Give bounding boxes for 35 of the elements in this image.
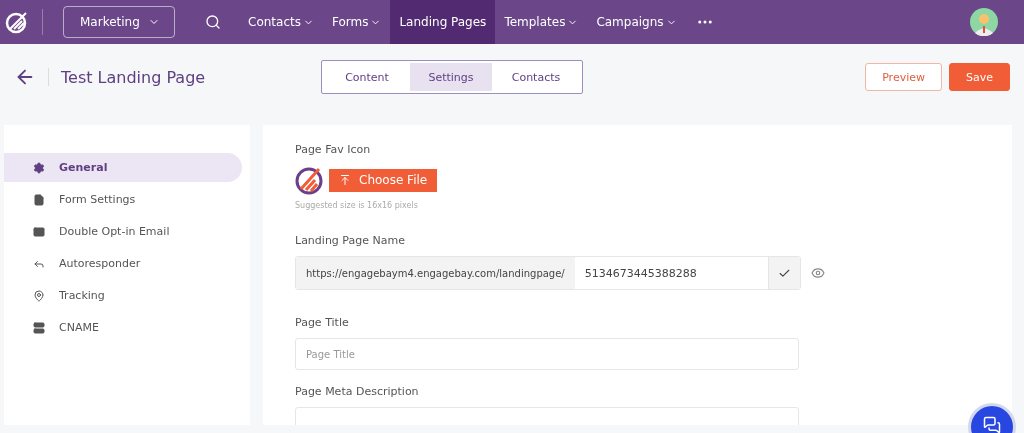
- tab[interactable]: Settings: [410, 63, 492, 91]
- sidebar-item[interactable]: Form Settings: [4, 185, 242, 214]
- nav-menu-item[interactable]: Landing Pages: [390, 0, 496, 44]
- search-icon[interactable]: [205, 14, 221, 30]
- sidebar-item[interactable]: Tracking: [4, 281, 242, 310]
- favicon-logo-icon: [295, 165, 325, 195]
- sidebar-item[interactable]: General: [4, 153, 242, 182]
- sidebar-item[interactable]: CNAME: [4, 313, 242, 342]
- url-prefix: https://engagebaym4.engagebay.com/landingpage/: [296, 257, 575, 289]
- gear-icon: [33, 161, 45, 174]
- page-title-field[interactable]: Page Title: [295, 338, 799, 370]
- field-label: Page Meta Description: [295, 385, 420, 398]
- server-icon: [33, 321, 45, 334]
- tab[interactable]: Content: [324, 63, 410, 91]
- eye-icon[interactable]: [811, 266, 825, 280]
- page-title: Test Landing Page: [61, 67, 207, 87]
- sidebar-item[interactable]: Double Opt-in Email: [4, 217, 242, 246]
- tab[interactable]: Contacts: [492, 63, 580, 91]
- url-input-group[interactable]: https://engagebaym4.engagebay.com/landingpage/ 5134673445388288: [295, 256, 801, 290]
- nav-menu-item[interactable]: Templates: [495, 0, 588, 44]
- chat-icon: [983, 416, 1001, 433]
- logo-icon[interactable]: [4, 9, 30, 35]
- workspace-dropdown[interactable]: Marketing: [63, 6, 175, 38]
- field-label: Landing Page Name: [295, 234, 406, 247]
- pin-icon: [33, 289, 45, 302]
- avatar-icon[interactable]: [970, 8, 998, 36]
- field-label: Page Fav Icon: [295, 143, 372, 156]
- preview-button[interactable]: Preview: [865, 63, 942, 91]
- size-hint: Suggested size is 16x16 pixels: [295, 201, 419, 210]
- nav-menu-item[interactable]: Contacts: [239, 0, 323, 44]
- field-label: Page Title: [295, 316, 350, 329]
- sidebar-item[interactable]: Autoresponder: [4, 249, 242, 278]
- nav-menu-item[interactable]: Forms: [322, 0, 391, 44]
- upload-icon: [339, 174, 351, 186]
- nav-menu-item[interactable]: Campaigns: [587, 0, 686, 44]
